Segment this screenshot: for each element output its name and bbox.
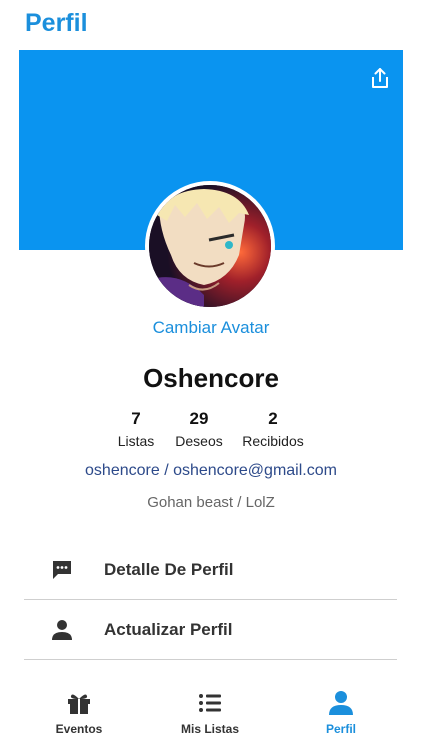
- tab-my-lists[interactable]: Mis Listas: [160, 690, 260, 745]
- tab-profile[interactable]: Perfil: [291, 690, 391, 745]
- menu-item-label: Detalle De Perfil: [104, 560, 234, 579]
- profile-contact: oshencore / oshencore@gmail.com: [85, 462, 337, 479]
- profile-detail-menu-item[interactable]: Detalle De Perfil: [24, 540, 397, 600]
- tab-events[interactable]: Eventos: [29, 690, 129, 745]
- stat-lists[interactable]: 7 Listas: [112, 409, 160, 451]
- bottom-tab-bar: Eventos Mis Listas Perfil: [0, 680, 422, 750]
- update-profile-menu-item[interactable]: Actualizar Perfil: [24, 600, 397, 660]
- stat-value: 29: [189, 409, 209, 428]
- avatar[interactable]: [145, 181, 275, 311]
- stat-value: 2: [268, 409, 278, 428]
- share-icon: [372, 68, 388, 88]
- list-icon: [199, 694, 221, 712]
- person-icon: [52, 620, 72, 640]
- stat-received[interactable]: 2 Recibidos: [238, 409, 308, 451]
- message-icon: [53, 561, 71, 579]
- stat-value: 7: [131, 409, 141, 428]
- profile-screen: Perfil Cambiar Avatar Oshencore 7 Listas…: [0, 0, 422, 750]
- stat-wishes[interactable]: 29 Deseos: [170, 409, 228, 451]
- tab-label: Mis Listas: [180, 722, 240, 736]
- gift-icon: [68, 694, 90, 714]
- page-title: Perfil: [25, 9, 88, 37]
- stat-label: Listas: [117, 433, 155, 449]
- change-avatar-link[interactable]: Cambiar Avatar: [0, 318, 422, 338]
- person-icon: [329, 691, 353, 715]
- profile-stats: 7 Listas 29 Deseos 2 Recibidos: [0, 409, 422, 453]
- tab-label: Eventos: [55, 722, 103, 736]
- menu-item-label: Actualizar Perfil: [104, 620, 233, 639]
- profile-bio: Gohan beast / LolZ: [147, 494, 275, 511]
- avatar-image: [149, 185, 271, 307]
- stat-label: Deseos: [175, 433, 223, 449]
- tab-label: Perfil: [325, 722, 356, 736]
- stat-label: Recibidos: [242, 433, 304, 449]
- profile-username: Oshencore: [143, 363, 279, 393]
- share-button[interactable]: [369, 66, 391, 90]
